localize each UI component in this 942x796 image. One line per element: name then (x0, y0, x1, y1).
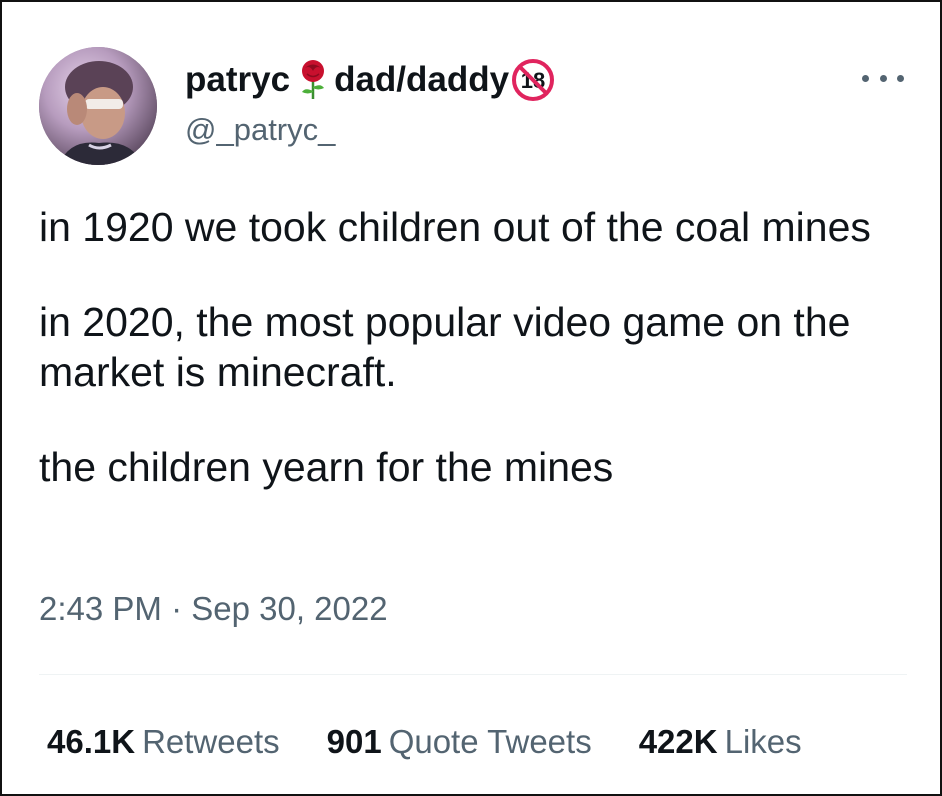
tweet-paragraph: in 2020, the most popular video game on … (39, 299, 851, 395)
quotes-count: 901 (326, 723, 382, 760)
dot (897, 74, 904, 82)
display-name-second: dad/daddy (334, 60, 510, 99)
likes-stat[interactable]: 422K Likes (639, 720, 802, 764)
likes-count: 422K (638, 723, 718, 760)
retweets-count: 46.1K (47, 723, 136, 760)
no-under-18-icon: 18 (511, 58, 555, 102)
tweet-paragraph: the children yearn for the mines (39, 444, 614, 490)
divider (39, 674, 907, 675)
tweet-paragraph: in 1920 we took children out of the coal… (39, 204, 871, 250)
user-handle[interactable]: @_patryc_ (185, 111, 335, 149)
retweets-label: Retweets (142, 723, 280, 760)
tweet-text: in 1920 we took children out of the coal… (39, 202, 919, 492)
more-options-icon[interactable] (862, 66, 904, 90)
retweets-stat[interactable]: 46.1K Retweets (47, 720, 280, 764)
quotes-label: Quote Tweets (388, 723, 592, 760)
rose-icon (296, 59, 330, 101)
tweet-timestamp[interactable]: 2:43 PM · Sep 30, 2022 (39, 587, 388, 631)
quote-tweets-stat[interactable]: 901 Quote Tweets (327, 720, 592, 764)
dot (862, 74, 869, 82)
avatar-image (39, 47, 157, 165)
tweet-stats: 46.1K Retweets 901 Quote Tweets 422K Likes (47, 720, 802, 764)
display-name[interactable]: patryc dad/daddy 18 (185, 58, 555, 102)
likes-label: Likes (724, 723, 802, 760)
dot (879, 74, 887, 82)
avatar[interactable] (39, 47, 157, 165)
display-name-first: patryc (185, 60, 291, 99)
tweet-card: patryc dad/daddy 18 @_patryc_ in (0, 0, 942, 796)
